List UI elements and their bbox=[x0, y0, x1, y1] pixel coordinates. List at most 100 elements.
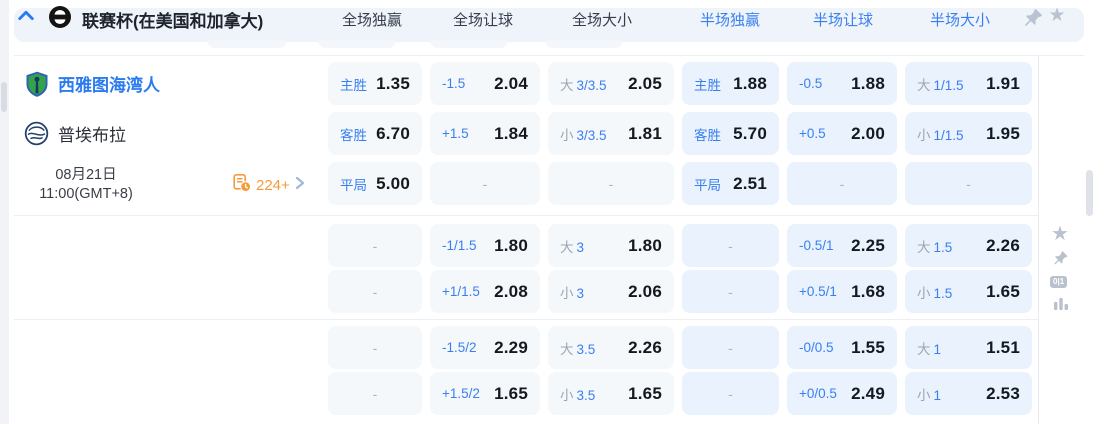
odds-cell[interactable]: 主胜 1.88 bbox=[682, 62, 779, 105]
odds-cell[interactable]: 大 1.5 2.26 bbox=[905, 224, 1032, 267]
odds-value: 1.65 bbox=[494, 383, 528, 403]
empty-odds-dash: - bbox=[728, 237, 733, 254]
odds-label: +0/0.5 bbox=[799, 386, 837, 401]
odds-label: -1.5/2 bbox=[442, 340, 477, 355]
odds-cell[interactable]: -0.5/1 2.25 bbox=[787, 224, 897, 267]
odds-cell[interactable]: -0.5 1.88 bbox=[787, 62, 897, 105]
odds-value: 2.00 bbox=[851, 123, 885, 143]
odds-cell[interactable]: 客胜 5.70 bbox=[682, 112, 779, 155]
odds-cell[interactable]: 大 3 1.80 bbox=[548, 224, 674, 267]
odds-value: 2.51 bbox=[733, 173, 767, 193]
odds-cell[interactable]: 大 3.5 2.26 bbox=[548, 326, 674, 369]
right-scrollbar-thumb[interactable] bbox=[1086, 170, 1093, 216]
odds-label: 平局 bbox=[340, 177, 367, 193]
left-scrollbar-track[interactable] bbox=[0, 0, 9, 424]
markets-count: 224+ bbox=[256, 177, 290, 194]
odds-cell[interactable]: +0.5/1 1.68 bbox=[787, 270, 897, 313]
divider bbox=[1038, 56, 1039, 424]
odds-cell[interactable]: 小 1/1.5 1.95 bbox=[905, 112, 1032, 155]
odds-cell[interactable]: 大 3/3.5 2.05 bbox=[548, 62, 674, 105]
odds-label: +0.5/1 bbox=[799, 284, 837, 299]
odds-cell[interactable]: +0/0.5 2.49 bbox=[787, 372, 897, 415]
home-team-row[interactable]: 西雅图海湾人 bbox=[14, 62, 314, 105]
over-under-prefix: 小 bbox=[917, 387, 931, 403]
odds-cell[interactable]: +0.5 2.00 bbox=[787, 112, 897, 155]
away-team-row[interactable]: 普埃布拉 bbox=[14, 112, 314, 155]
odds-cell[interactable]: -1.5 2.04 bbox=[430, 62, 540, 105]
match-date: 08月21日 bbox=[55, 167, 117, 183]
pin-icon[interactable] bbox=[1052, 249, 1069, 266]
odds-cell[interactable]: 小 1.5 1.65 bbox=[905, 270, 1032, 313]
odds-cell[interactable]: 小 3/3.5 1.81 bbox=[548, 112, 674, 155]
odds-value: 2.05 bbox=[628, 73, 662, 93]
odds-cell-empty: - bbox=[328, 372, 422, 415]
odds-value: 2.25 bbox=[851, 235, 885, 255]
odds-label: 大3 bbox=[560, 239, 585, 255]
away-team-logo-icon bbox=[24, 121, 50, 147]
column-header-half-time-1x2: 半场独赢 bbox=[699, 12, 760, 29]
column-header-full-time-totals: 全场大小 bbox=[571, 12, 632, 29]
odds-label: 大 3.5 bbox=[560, 341, 596, 357]
score-toggle-icon[interactable]: 0|1 bbox=[1050, 276, 1068, 288]
star-icon[interactable]: ★ bbox=[1046, 2, 1068, 30]
left-scrollbar-thumb[interactable] bbox=[1, 82, 7, 112]
odds-cell[interactable]: 客胜 6.70 bbox=[328, 112, 422, 155]
odds-label: 小1 bbox=[917, 387, 942, 403]
odds-value: 2.04 bbox=[494, 73, 528, 93]
odds-cell-empty: - bbox=[682, 372, 779, 415]
over-under-prefix: 小 bbox=[560, 387, 574, 403]
odds-cell[interactable]: +1.5/2 1.65 bbox=[430, 372, 540, 415]
over-under-prefix: 大 bbox=[917, 77, 931, 93]
bar-chart-icon[interactable] bbox=[1052, 294, 1070, 312]
odds-value: 1.91 bbox=[986, 73, 1020, 93]
more-markets-link[interactable]: 224+ bbox=[232, 173, 306, 198]
odds-value: 1.65 bbox=[986, 281, 1020, 301]
odds-label: -0.5/1 bbox=[799, 238, 834, 253]
empty-odds-dash: - bbox=[372, 339, 378, 356]
odds-label: 大 1.5 bbox=[917, 239, 953, 255]
odds-value: 1.95 bbox=[986, 123, 1020, 143]
empty-odds-dash: - bbox=[966, 175, 971, 192]
odds-label: 客胜 bbox=[694, 127, 721, 143]
odds-label: -0/0.5 bbox=[799, 340, 834, 355]
odds-cell[interactable]: 平局 5.00 bbox=[328, 162, 422, 205]
collapse-button[interactable] bbox=[14, 5, 38, 29]
odds-value: 2.26 bbox=[986, 235, 1020, 255]
odds-label: +1.5 bbox=[442, 126, 469, 141]
empty-odds-dash: - bbox=[839, 175, 845, 192]
odds-label: -1.5 bbox=[442, 76, 466, 91]
divider bbox=[14, 215, 1038, 216]
odds-cell[interactable]: 小 3 2.06 bbox=[548, 270, 674, 313]
odds-cell[interactable]: 小 3.5 1.65 bbox=[548, 372, 674, 415]
empty-odds-dash: - bbox=[728, 339, 733, 356]
odds-cell[interactable]: -0/0.5 1.55 bbox=[787, 326, 897, 369]
column-header-full-time-handicap: 全场让球 bbox=[452, 12, 513, 29]
odds-cell[interactable]: -1.5/2 2.29 bbox=[430, 326, 540, 369]
odds-value: 5.70 bbox=[733, 123, 767, 143]
odds-cell[interactable]: 主胜 1.35 bbox=[328, 62, 422, 105]
odds-label: +1.5/2 bbox=[442, 386, 480, 401]
home-team-name: 西雅图海湾人 bbox=[58, 76, 160, 95]
odds-label: 主胜 bbox=[340, 77, 367, 93]
over-under-prefix: 小 bbox=[560, 127, 574, 143]
over-under-prefix: 大 bbox=[560, 341, 574, 357]
empty-odds-dash: - bbox=[372, 385, 378, 402]
chevron-right-icon bbox=[294, 176, 306, 195]
odds-cell[interactable]: +1/1.5 2.08 bbox=[430, 270, 540, 313]
odds-cell[interactable]: 大 1/1.5 1.91 bbox=[905, 62, 1032, 105]
odds-cell[interactable]: 小 1 2.53 bbox=[905, 372, 1032, 415]
match-datetime: 08月21日 11:00(GMT+8) bbox=[18, 166, 154, 204]
odds-cell[interactable]: 平局 2.51 bbox=[682, 162, 779, 205]
odds-cell[interactable]: 大 1 1.51 bbox=[905, 326, 1032, 369]
odds-value: 1.55 bbox=[851, 337, 885, 357]
star-icon[interactable]: ★ bbox=[1050, 221, 1070, 246]
odds-cell[interactable]: +1.5 1.84 bbox=[430, 112, 540, 155]
column-header-half-time-totals: 半场大小 bbox=[929, 12, 990, 29]
away-team-name: 普埃布拉 bbox=[58, 126, 126, 145]
odds-value: 1.88 bbox=[851, 73, 885, 93]
odds-cell[interactable]: -1/1.5 1.80 bbox=[430, 224, 540, 267]
pin-icon[interactable] bbox=[1022, 6, 1044, 28]
empty-odds-dash: - bbox=[482, 175, 488, 192]
over-under-prefix: 小 bbox=[917, 127, 931, 143]
odds-cell-empty: - bbox=[328, 224, 422, 267]
